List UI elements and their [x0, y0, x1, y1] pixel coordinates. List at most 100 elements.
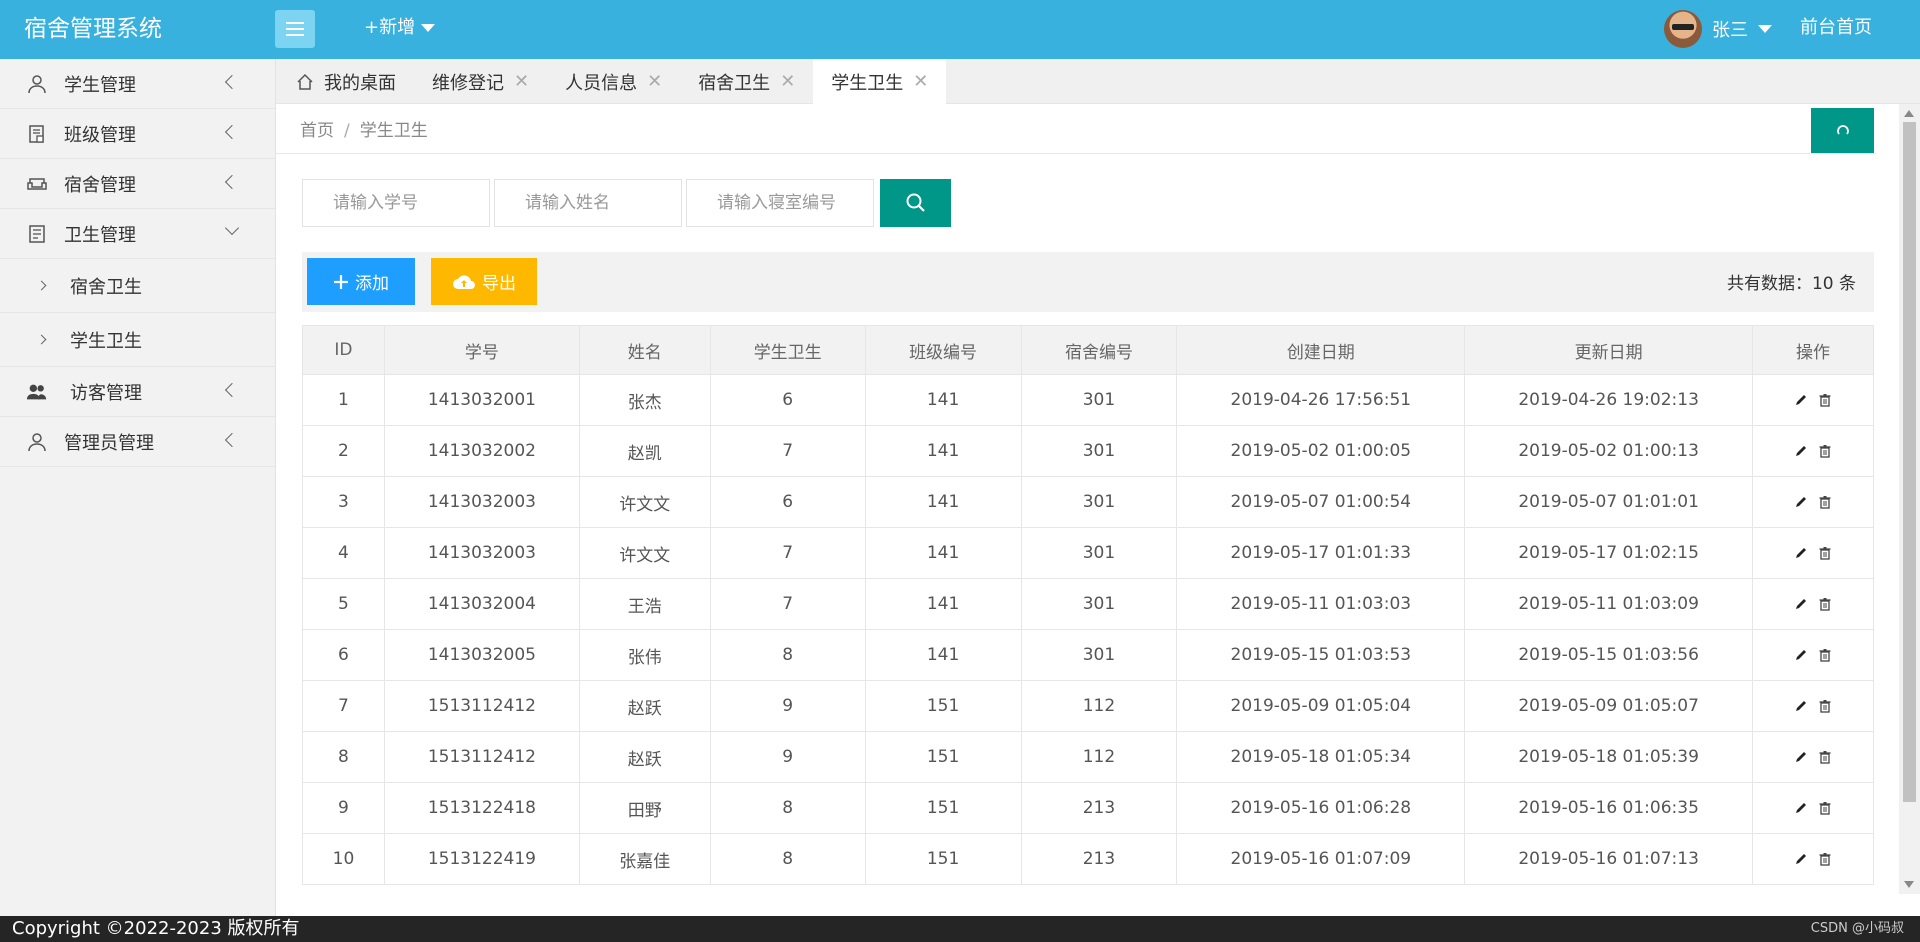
sidebar-item-dorm-management[interactable]: 宿舍管理 [0, 159, 275, 209]
edit-icon[interactable] [1794, 597, 1808, 611]
edit-icon[interactable] [1794, 852, 1808, 866]
trash-icon[interactable] [1818, 648, 1832, 662]
edit-icon[interactable] [1794, 801, 1808, 815]
sidebar-item-admin-management[interactable]: 管理员管理 [0, 417, 275, 467]
add-button[interactable]: 添加 [307, 258, 415, 305]
user-menu[interactable]: 张三 [1664, 10, 1772, 48]
column-header-class-no[interactable]: 班级编号 [864, 325, 1022, 375]
edit-icon[interactable] [1794, 393, 1808, 407]
name-input[interactable] [494, 179, 682, 227]
new-dropdown-button[interactable]: +新增 [364, 14, 436, 42]
column-header-dorm-no[interactable]: 宿舍编号 [1020, 325, 1178, 375]
document-icon [26, 223, 48, 245]
sidebar-item-class-management[interactable]: 班级管理 [0, 109, 275, 159]
cloud-upload-icon [453, 274, 475, 289]
edit-icon[interactable] [1794, 495, 1808, 509]
edit-icon[interactable] [1794, 648, 1808, 662]
copyright-text: Copyright ©2022-2023 版权所有 [12, 918, 300, 939]
cell-name: 许文文 [578, 527, 711, 579]
cell-dorm-no: 112 [1020, 731, 1178, 783]
column-header-id[interactable]: ID [302, 325, 385, 375]
cell-name: 赵跃 [578, 731, 711, 783]
dorm-no-input[interactable] [686, 179, 874, 227]
row-actions [1753, 699, 1873, 713]
cell-name: 张嘉佳 [578, 833, 711, 885]
tab-student-hygiene[interactable]: 学生卫生 ✕ [813, 59, 947, 104]
trash-icon[interactable] [1818, 546, 1832, 560]
menu-toggle-button[interactable] [275, 10, 315, 48]
vertical-scrollbar[interactable] [1899, 104, 1920, 894]
trash-icon[interactable] [1818, 495, 1832, 509]
sidebar-item-student-management[interactable]: 学生管理 [0, 59, 275, 109]
column-header-actions: 操作 [1752, 325, 1874, 375]
cell-student-no: 1513112412 [383, 731, 580, 783]
sidebar-item-label: 卫生管理 [64, 224, 136, 246]
tab-desktop[interactable]: 我的桌面 [276, 59, 414, 104]
trash-icon[interactable] [1818, 699, 1832, 713]
close-icon[interactable]: ✕ [780, 71, 795, 92]
trash-icon[interactable] [1818, 852, 1832, 866]
caret-down-icon [421, 24, 436, 32]
front-home-link[interactable]: 前台首页 [1800, 14, 1872, 42]
cell-created: 2019-04-26 17:56:51 [1176, 374, 1466, 426]
scroll-up-arrow-icon[interactable] [1904, 110, 1914, 117]
close-icon[interactable]: ✕ [514, 71, 529, 92]
breadcrumb-home[interactable]: 首页 [300, 121, 334, 141]
student-no-input[interactable] [302, 179, 490, 227]
sidebar-item-hygiene-management[interactable]: 卫生管理 [0, 209, 275, 259]
trash-icon[interactable] [1818, 444, 1832, 458]
sidebar-subitem-student-hygiene[interactable]: 学生卫生 [0, 313, 275, 367]
cell-class-no: 151 [864, 833, 1022, 885]
cell-actions [1752, 782, 1874, 834]
cell-actions [1752, 425, 1874, 477]
row-actions [1753, 597, 1873, 611]
trash-icon[interactable] [1818, 750, 1832, 764]
cell-class-no: 141 [864, 374, 1022, 426]
cell-student-no: 1413032001 [383, 374, 580, 426]
cell-name: 赵凯 [578, 425, 711, 477]
caret-down-icon [1758, 25, 1772, 33]
home-icon [297, 73, 313, 90]
tab-dorm-hygiene[interactable]: 宿舍卫生 ✕ [680, 59, 813, 104]
class-icon [26, 123, 48, 145]
cell-id: 10 [302, 833, 385, 885]
cell-student-no: 1513122418 [383, 782, 580, 834]
column-header-name[interactable]: 姓名 [578, 325, 711, 375]
edit-icon[interactable] [1794, 699, 1808, 713]
scroll-down-arrow-icon[interactable] [1904, 881, 1914, 888]
trash-icon[interactable] [1818, 393, 1832, 407]
close-icon[interactable]: ✕ [913, 71, 928, 92]
column-header-student-no[interactable]: 学号 [383, 325, 580, 375]
row-actions [1753, 801, 1873, 815]
close-icon[interactable]: ✕ [647, 71, 662, 92]
cell-created: 2019-05-16 01:06:28 [1176, 782, 1466, 834]
cell-class-no: 141 [864, 425, 1022, 477]
cell-hygiene: 9 [709, 680, 866, 732]
trash-icon[interactable] [1818, 801, 1832, 815]
search-button[interactable] [880, 179, 951, 227]
cell-name: 赵跃 [578, 680, 711, 732]
row-actions [1753, 648, 1873, 662]
row-actions [1753, 750, 1873, 764]
edit-icon[interactable] [1794, 750, 1808, 764]
column-header-created[interactable]: 创建日期 [1176, 325, 1466, 375]
trash-icon[interactable] [1818, 597, 1832, 611]
cell-class-no: 141 [864, 629, 1022, 681]
tab-repair-register[interactable]: 维修登记 ✕ [414, 59, 547, 104]
refresh-button[interactable] [1811, 108, 1874, 153]
sidebar-subitem-dorm-hygiene[interactable]: 宿舍卫生 [0, 259, 275, 313]
users-icon [26, 381, 48, 403]
scroll-thumb[interactable] [1903, 122, 1916, 802]
sidebar-item-visitor-management[interactable]: 访客管理 [0, 367, 275, 417]
edit-icon[interactable] [1794, 546, 1808, 560]
cell-actions [1752, 680, 1874, 732]
chevron-left-icon [224, 382, 240, 398]
column-header-hygiene[interactable]: 学生卫生 [709, 325, 866, 375]
edit-icon[interactable] [1794, 444, 1808, 458]
tab-personnel-info[interactable]: 人员信息 ✕ [547, 59, 680, 104]
column-header-updated[interactable]: 更新日期 [1464, 325, 1754, 375]
cell-hygiene: 6 [709, 476, 866, 528]
breadcrumb-current: 学生卫生 [359, 121, 428, 141]
export-button[interactable]: 导出 [431, 258, 537, 305]
cell-created: 2019-05-07 01:00:54 [1176, 476, 1466, 528]
